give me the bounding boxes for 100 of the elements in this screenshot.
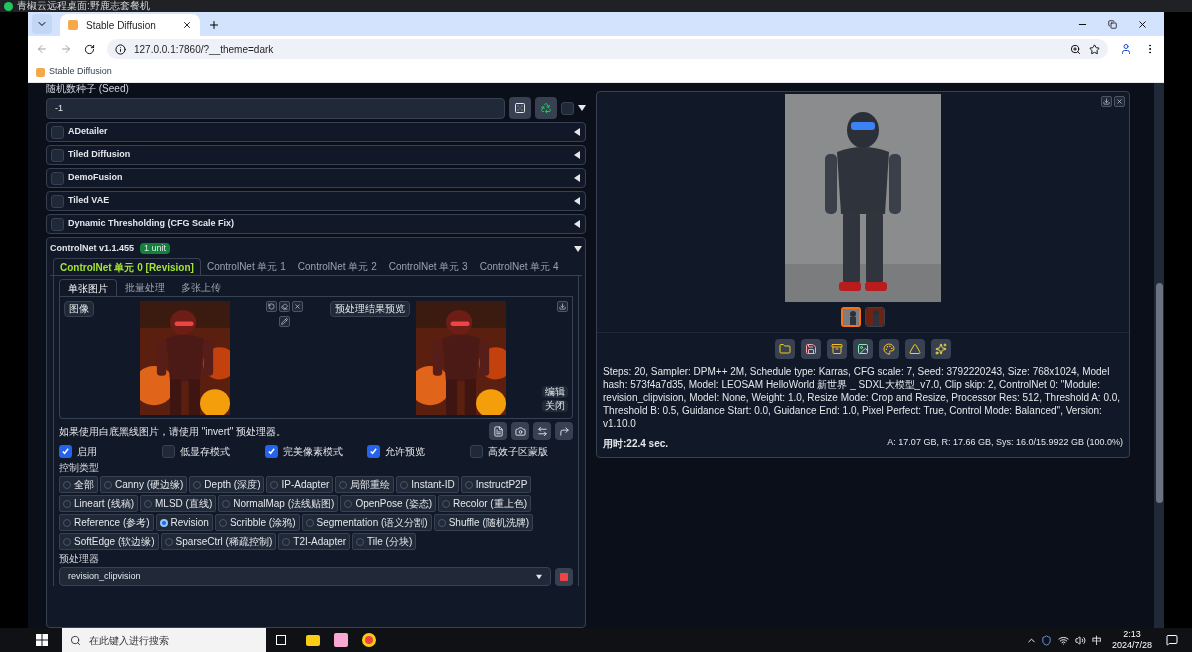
scrollbar-thumb[interactable]	[1155, 283, 1163, 503]
control-type-radio[interactable]: Recolor (重上色)	[438, 495, 531, 512]
thumbnail[interactable]	[865, 307, 885, 327]
triangle-button[interactable]	[905, 339, 925, 359]
swap-button[interactable]	[533, 422, 551, 440]
folder-button[interactable]	[775, 339, 795, 359]
task-view-icon[interactable]	[276, 635, 286, 645]
close-preview-button[interactable]: 关闭	[542, 400, 568, 412]
file-explorer-icon[interactable]	[306, 634, 320, 646]
shield-icon[interactable]	[1040, 634, 1052, 646]
control-type-radio[interactable]: Segmentation (语义分割)	[301, 514, 432, 531]
control-type-radio[interactable]: MLSD (直线)	[140, 495, 217, 512]
control-type-radio[interactable]: 局部重绘	[335, 476, 395, 493]
bookmark-link[interactable]: Stable Diffusion	[49, 65, 112, 79]
document-button[interactable]	[489, 422, 507, 440]
zoom-icon[interactable]	[1070, 43, 1081, 55]
close-icon[interactable]	[1137, 19, 1148, 30]
control-type-radio[interactable]: 全部	[59, 476, 98, 493]
preprocessor-select[interactable]: revision_clipvision	[59, 567, 551, 586]
control-type-radio[interactable]: Instant-ID	[396, 476, 459, 493]
input-tab[interactable]: 多张上传	[173, 279, 229, 296]
thumbnail[interactable]	[841, 307, 861, 327]
accordion-header[interactable]: DemoFusion	[46, 168, 586, 188]
unit-tab[interactable]: ControlNet 单元 3	[382, 258, 474, 275]
notifications-icon[interactable]	[1166, 634, 1178, 646]
collapsed-caret-icon[interactable]	[573, 128, 581, 136]
close-icon[interactable]	[182, 20, 192, 30]
control-type-radio[interactable]: Shuffle (随机洗牌)	[433, 514, 534, 531]
accordion-header[interactable]: Tiled VAE	[46, 191, 586, 211]
dice-button[interactable]	[509, 97, 531, 119]
bookmark-star-icon[interactable]	[1089, 43, 1100, 55]
seed-input[interactable]: -1	[46, 97, 505, 119]
accordion-header[interactable]: Dynamic Thresholding (CFG Scale Fix)	[46, 214, 586, 234]
tab-list-button[interactable]	[32, 14, 52, 34]
checkbox[interactable]	[59, 445, 72, 458]
sparkles-button[interactable]	[931, 339, 951, 359]
close-button[interactable]	[1114, 96, 1125, 107]
control-type-radio[interactable]: Revision	[155, 514, 213, 531]
edit-button[interactable]: 编辑	[542, 386, 568, 398]
eraser-button[interactable]	[279, 301, 290, 312]
recycle-button[interactable]	[535, 97, 557, 119]
input-method[interactable]: 中	[1091, 632, 1102, 648]
checkbox[interactable]	[51, 148, 64, 162]
control-type-radio[interactable]: Tile (分块)	[352, 533, 417, 550]
volume-icon[interactable]	[1074, 634, 1086, 646]
download-button[interactable]	[1101, 96, 1112, 107]
collapsed-caret-icon[interactable]	[573, 151, 581, 159]
checkbox[interactable]	[51, 217, 64, 231]
send-button[interactable]	[555, 422, 573, 440]
checkbox[interactable]	[51, 171, 64, 185]
image-button[interactable]	[853, 339, 873, 359]
control-type-radio[interactable]: NormalMap (法线贴图)	[218, 495, 339, 512]
checkbox[interactable]	[561, 101, 574, 115]
network-icon[interactable]	[1057, 634, 1069, 646]
checkbox[interactable]	[161, 445, 175, 458]
unit-tab[interactable]: ControlNet 单元 1	[200, 258, 292, 275]
checkbox[interactable]	[264, 445, 278, 458]
brush-button[interactable]	[279, 316, 290, 327]
clear-button[interactable]	[292, 301, 303, 312]
control-type-radio[interactable]: Depth (深度)	[189, 476, 265, 493]
restore-icon[interactable]	[1108, 20, 1117, 29]
checkbox[interactable]	[470, 445, 484, 458]
unit-tab[interactable]: ControlNet 单元 2	[291, 258, 383, 275]
dropdown-caret-icon[interactable]	[536, 573, 542, 580]
control-type-radio[interactable]: Reference (参考)	[59, 514, 154, 531]
collapsed-caret-icon[interactable]	[573, 197, 581, 205]
collapsed-caret-icon[interactable]	[573, 174, 581, 182]
input-tab[interactable]: 批量处理	[117, 279, 173, 296]
control-type-radio[interactable]: SparseCtrl (稀疏控制)	[160, 533, 277, 550]
camera-button[interactable]	[511, 422, 529, 440]
expand-caret-icon[interactable]	[578, 104, 586, 112]
run-preprocessor-button[interactable]	[555, 567, 573, 586]
profile-icon[interactable]	[1120, 43, 1132, 55]
palette-button[interactable]	[879, 339, 899, 359]
download-button[interactable]	[557, 301, 568, 312]
address-bar[interactable]: 127.0.0.1:7860/?__theme=dark	[107, 39, 1108, 59]
expand-caret-icon[interactable]	[574, 244, 582, 253]
accordion-header[interactable]: ADetailer	[46, 122, 586, 142]
save-button[interactable]	[801, 339, 821, 359]
control-type-radio[interactable]: T2I-Adapter	[278, 533, 351, 550]
input-tab[interactable]: 单张图片	[59, 279, 117, 296]
collapsed-caret-icon[interactable]	[573, 220, 581, 228]
control-type-radio[interactable]: InstructP2P	[460, 476, 532, 493]
unit-tab[interactable]: ControlNet 单元 0 [Revision]	[53, 258, 201, 275]
control-type-radio[interactable]: Canny (硬边缘)	[100, 476, 188, 493]
control-type-radio[interactable]: Scribble (涂鸦)	[214, 514, 300, 531]
checkbox[interactable]	[367, 445, 381, 458]
control-type-radio[interactable]: SoftEdge (软边缘)	[59, 533, 159, 550]
reload-icon[interactable]	[84, 43, 95, 55]
checkbox[interactable]	[51, 125, 64, 139]
checkbox[interactable]	[51, 194, 64, 208]
accordion-header[interactable]: Tiled Diffusion	[46, 145, 586, 165]
control-type-radio[interactable]: Lineart (线稿)	[59, 495, 138, 512]
archive-button[interactable]	[827, 339, 847, 359]
control-type-radio[interactable]: IP-Adapter	[266, 476, 334, 493]
taskbar-search[interactable]: 在此键入进行搜索	[62, 628, 266, 652]
control-type-radio[interactable]: OpenPose (姿态)	[340, 495, 437, 512]
windows-start-icon[interactable]	[36, 634, 48, 646]
undo-button[interactable]	[266, 301, 277, 312]
browser-tab[interactable]: Stable Diffusion	[60, 14, 200, 36]
